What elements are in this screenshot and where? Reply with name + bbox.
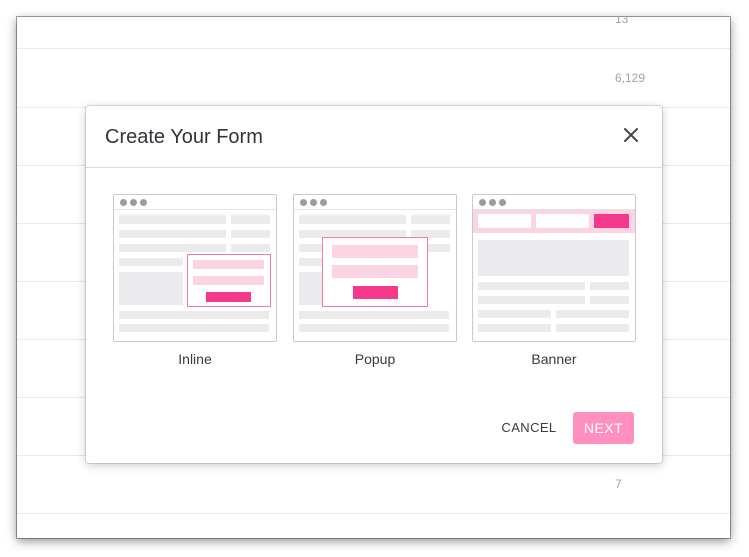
app-window: 13 6,129 7 Create Your Form Inline Popup…: [17, 17, 730, 538]
create-form-dialog: Create Your Form Inline Popup Banner CAN…: [86, 106, 662, 463]
popup-preview: [293, 194, 457, 342]
option-inline[interactable]: Inline: [113, 194, 277, 367]
option-banner[interactable]: Banner: [472, 194, 636, 367]
dialog-title: Create Your Form: [105, 126, 263, 148]
option-label-inline: Inline: [178, 351, 212, 367]
option-label-popup: Popup: [354, 351, 396, 367]
window-dots-icon: [473, 195, 635, 210]
dialog-header: Create Your Form: [86, 106, 662, 168]
cancel-button[interactable]: CANCEL: [498, 416, 560, 440]
option-popup[interactable]: Popup: [293, 194, 457, 367]
window-dots-icon: [294, 195, 456, 210]
window-dots-icon: [114, 195, 276, 210]
next-button[interactable]: NEXT: [573, 412, 634, 444]
option-label-banner: Banner: [531, 351, 577, 367]
inline-preview: [113, 194, 277, 342]
close-icon: [624, 128, 638, 142]
banner-preview: [472, 194, 636, 342]
close-button[interactable]: [622, 126, 640, 144]
